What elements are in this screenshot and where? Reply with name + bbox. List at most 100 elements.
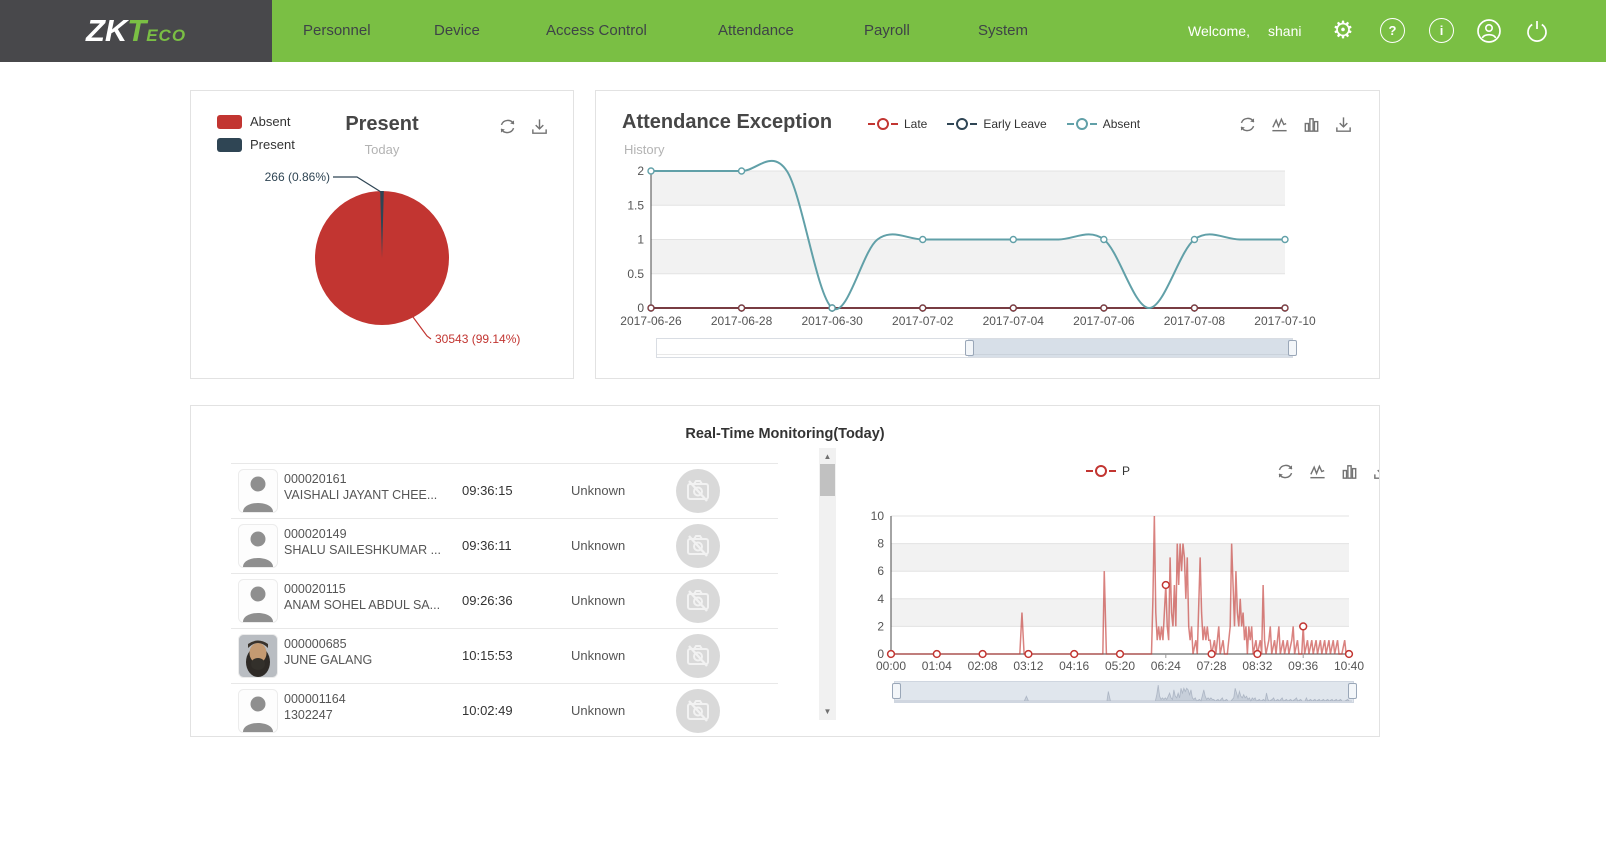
datazoom-left-handle[interactable] xyxy=(892,683,901,699)
settings-gear-icon[interactable]: ⚙ xyxy=(1328,16,1358,46)
svg-text:06:24: 06:24 xyxy=(1151,659,1181,673)
person-id: 000020161 xyxy=(284,472,347,486)
username[interactable]: shani xyxy=(1268,0,1301,62)
monitoring-list-item[interactable]: 000000685 JUNE GALANG 10:15:53 Unknown xyxy=(231,628,778,683)
monitoring-list-item[interactable]: 000020115 ANAM SOHEL ABDUL SA... 09:26:3… xyxy=(231,573,778,628)
svg-text:08:32: 08:32 xyxy=(1242,659,1272,673)
top-navigation-bar: ZKTECO Personnel Device Access Control A… xyxy=(0,0,1606,62)
refresh-icon[interactable] xyxy=(1238,115,1257,134)
absent-marker-icon xyxy=(1076,118,1088,130)
monitoring-event-list: 000020161 VAISHALI JAYANT CHEE... 09:36:… xyxy=(231,463,778,737)
datazoom-right-handle[interactable] xyxy=(1348,683,1357,699)
svg-text:0.5: 0.5 xyxy=(627,267,644,281)
person-name: 1302247 xyxy=(284,708,333,722)
nav-item-access-control[interactable]: Access Control xyxy=(546,0,647,62)
refresh-icon[interactable] xyxy=(1276,462,1295,481)
list-scrollbar[interactable]: ▲ ▼ xyxy=(819,448,836,720)
punch-status: Unknown xyxy=(571,593,625,608)
welcome-label: Welcome, xyxy=(1188,0,1250,62)
person-avatar xyxy=(238,634,278,678)
legend-item-p[interactable]: P xyxy=(1086,464,1130,478)
svg-text:2017-07-08: 2017-07-08 xyxy=(1164,314,1226,328)
svg-text:2017-06-28: 2017-06-28 xyxy=(711,314,773,328)
svg-text:2017-06-30: 2017-06-30 xyxy=(801,314,863,328)
no-photo-camera-icon xyxy=(676,469,720,513)
nav-item-system[interactable]: System xyxy=(978,0,1028,62)
datazoom-selection[interactable] xyxy=(968,339,1292,357)
punch-status: Unknown xyxy=(571,648,625,663)
person-avatar xyxy=(238,469,278,513)
exception-line-chart: 00.511.522017-06-262017-06-282017-06-302… xyxy=(596,153,1379,333)
datazoom-left-handle[interactable] xyxy=(965,340,974,356)
legend-item-early-leave[interactable]: Early Leave xyxy=(947,117,1046,131)
help-icon[interactable]: ? xyxy=(1380,18,1405,43)
info-icon[interactable]: i xyxy=(1429,18,1454,43)
svg-text:4: 4 xyxy=(877,592,884,606)
realtime-line-chart: 024681000:0001:0402:0803:1204:1605:2006:… xyxy=(851,486,1371,686)
monitoring-list-item[interactable]: 000020161 VAISHALI JAYANT CHEE... 09:36:… xyxy=(231,463,778,518)
monitoring-list-item[interactable]: 000001164 1302247 10:02:49 Unknown xyxy=(231,683,778,737)
datazoom-right-handle[interactable] xyxy=(1288,340,1297,356)
punch-status: Unknown xyxy=(571,538,625,553)
svg-text:6: 6 xyxy=(877,564,884,578)
p-marker-icon xyxy=(1095,465,1107,477)
realtime-monitoring-card: Real-Time Monitoring(Today) 000020161 VA… xyxy=(190,405,1380,737)
svg-text:03:12: 03:12 xyxy=(1013,659,1043,673)
zkteco-logo: ZKTECO xyxy=(86,13,186,49)
scroll-down-arrow[interactable]: ▼ xyxy=(819,703,836,720)
no-photo-camera-icon xyxy=(676,689,720,733)
nav-item-personnel[interactable]: Personnel xyxy=(303,0,371,62)
brand-logo[interactable]: ZKTECO xyxy=(0,0,272,62)
bar-chart-icon[interactable] xyxy=(1340,462,1359,481)
no-photo-camera-icon xyxy=(676,634,720,678)
person-avatar xyxy=(238,579,278,623)
line-chart-icon[interactable] xyxy=(1270,115,1289,134)
bar-chart-icon[interactable] xyxy=(1302,115,1321,134)
punch-status: Unknown xyxy=(571,483,625,498)
realtime-datazoom-slider[interactable] xyxy=(894,681,1354,703)
punch-time: 09:36:11 xyxy=(462,538,512,553)
datazoom-preview-chart xyxy=(895,682,1353,702)
svg-text:2017-06-26: 2017-06-26 xyxy=(620,314,682,328)
punch-status: Unknown xyxy=(571,703,625,718)
person-id: 000001164 xyxy=(284,692,346,706)
legend-item-absent[interactable]: Absent xyxy=(1067,117,1140,131)
svg-text:02:08: 02:08 xyxy=(968,659,998,673)
person-id: 000000685 xyxy=(284,637,347,651)
nav-item-attendance[interactable]: Attendance xyxy=(718,0,794,62)
punch-time: 10:02:49 xyxy=(462,703,513,718)
no-photo-camera-icon xyxy=(676,579,720,623)
present-today-card: Absent Present Present Today 266 (0.86%)… xyxy=(190,90,574,379)
svg-text:1: 1 xyxy=(637,233,644,247)
svg-text:10:40: 10:40 xyxy=(1334,659,1364,673)
power-logout-icon[interactable] xyxy=(1522,16,1552,46)
person-id: 000020149 xyxy=(284,527,347,541)
download-icon[interactable] xyxy=(1334,115,1353,134)
scroll-up-arrow[interactable]: ▲ xyxy=(819,448,836,465)
svg-text:2: 2 xyxy=(877,619,884,633)
download-icon[interactable] xyxy=(1372,462,1380,481)
line-chart-icon[interactable] xyxy=(1308,462,1327,481)
svg-text:09:36: 09:36 xyxy=(1288,659,1318,673)
card-title: Real-Time Monitoring(Today) xyxy=(191,426,1379,442)
person-avatar xyxy=(238,524,278,568)
svg-text:2017-07-10: 2017-07-10 xyxy=(1254,314,1316,328)
chart-legend: Late Early Leave Absent xyxy=(868,117,1140,131)
nav-item-payroll[interactable]: Payroll xyxy=(864,0,910,62)
svg-text:2: 2 xyxy=(637,164,644,178)
nav-item-device[interactable]: Device xyxy=(434,0,480,62)
svg-text:2017-07-02: 2017-07-02 xyxy=(892,314,954,328)
svg-text:05:20: 05:20 xyxy=(1105,659,1135,673)
person-name: VAISHALI JAYANT CHEE... xyxy=(284,488,437,502)
legend-item-late[interactable]: Late xyxy=(868,117,927,131)
svg-text:30543 (99.14%): 30543 (99.14%) xyxy=(435,332,520,346)
exception-datazoom-slider[interactable] xyxy=(656,338,1293,358)
svg-text:0: 0 xyxy=(637,301,644,315)
svg-text:07:28: 07:28 xyxy=(1197,659,1227,673)
svg-text:04:16: 04:16 xyxy=(1059,659,1089,673)
user-profile-icon[interactable] xyxy=(1474,16,1504,46)
scroll-thumb[interactable] xyxy=(820,464,835,496)
person-name: JUNE GALANG xyxy=(284,653,372,667)
monitoring-list-item[interactable]: 000020149 SHALU SAILESHKUMAR ... 09:36:1… xyxy=(231,518,778,573)
present-pie-chart: 266 (0.86%)30543 (99.14%) xyxy=(191,91,573,378)
